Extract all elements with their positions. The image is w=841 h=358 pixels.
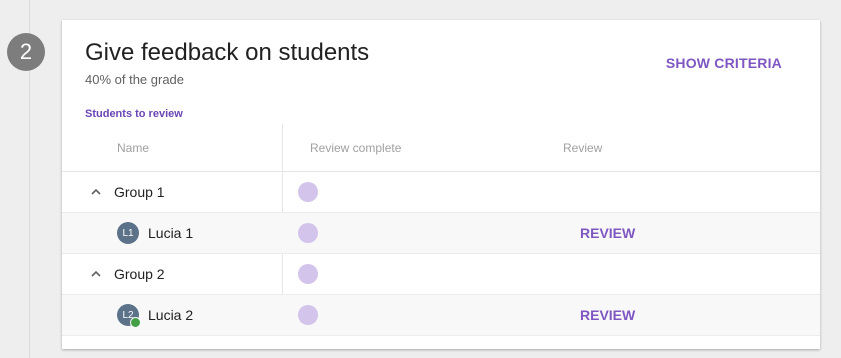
review-status-indicator [298,264,318,284]
review-button[interactable]: REVIEW [580,225,635,241]
column-header-name: Name [117,141,150,155]
student-name: Lucia 2 [148,307,194,323]
chevron-up-icon[interactable] [90,268,102,280]
feedback-card: Give feedback on students 40% of the gra… [62,20,820,349]
online-status-icon [130,317,141,328]
column-header-review: Review [563,141,603,155]
show-criteria-button[interactable]: SHOW CRITERIA [666,55,782,71]
table-header-row: Name Review complete Review [62,124,820,172]
group-label: Group 2 [114,266,165,282]
avatar-initials: L1 [122,227,134,239]
students-to-review-label: Students to review [85,108,183,120]
group-row[interactable]: Group 2 [62,254,820,295]
page: 2 Give feedback on students 40% of the g… [0,0,841,358]
student-row: L2 Lucia 2 REVIEW [62,295,820,336]
group-row[interactable]: Group 1 [62,172,820,213]
avatar: L1 [117,222,139,244]
chevron-up-icon[interactable] [90,186,102,198]
avatar: L2 [117,304,141,328]
student-name: Lucia 1 [148,225,194,241]
students-table: Name Review complete Review Group 1 L1 L… [62,124,820,336]
grade-weight-subtitle: 40% of the grade [85,72,185,87]
step-number-badge: 2 [7,33,45,71]
group-label: Group 1 [114,184,165,200]
review-status-indicator [298,182,318,202]
review-status-indicator [298,305,318,325]
card-title: Give feedback on students [85,39,370,66]
column-header-review-complete: Review complete [310,141,402,155]
review-status-indicator [298,223,318,243]
student-row: L1 Lucia 1 REVIEW [62,213,820,254]
review-button[interactable]: REVIEW [580,307,635,323]
